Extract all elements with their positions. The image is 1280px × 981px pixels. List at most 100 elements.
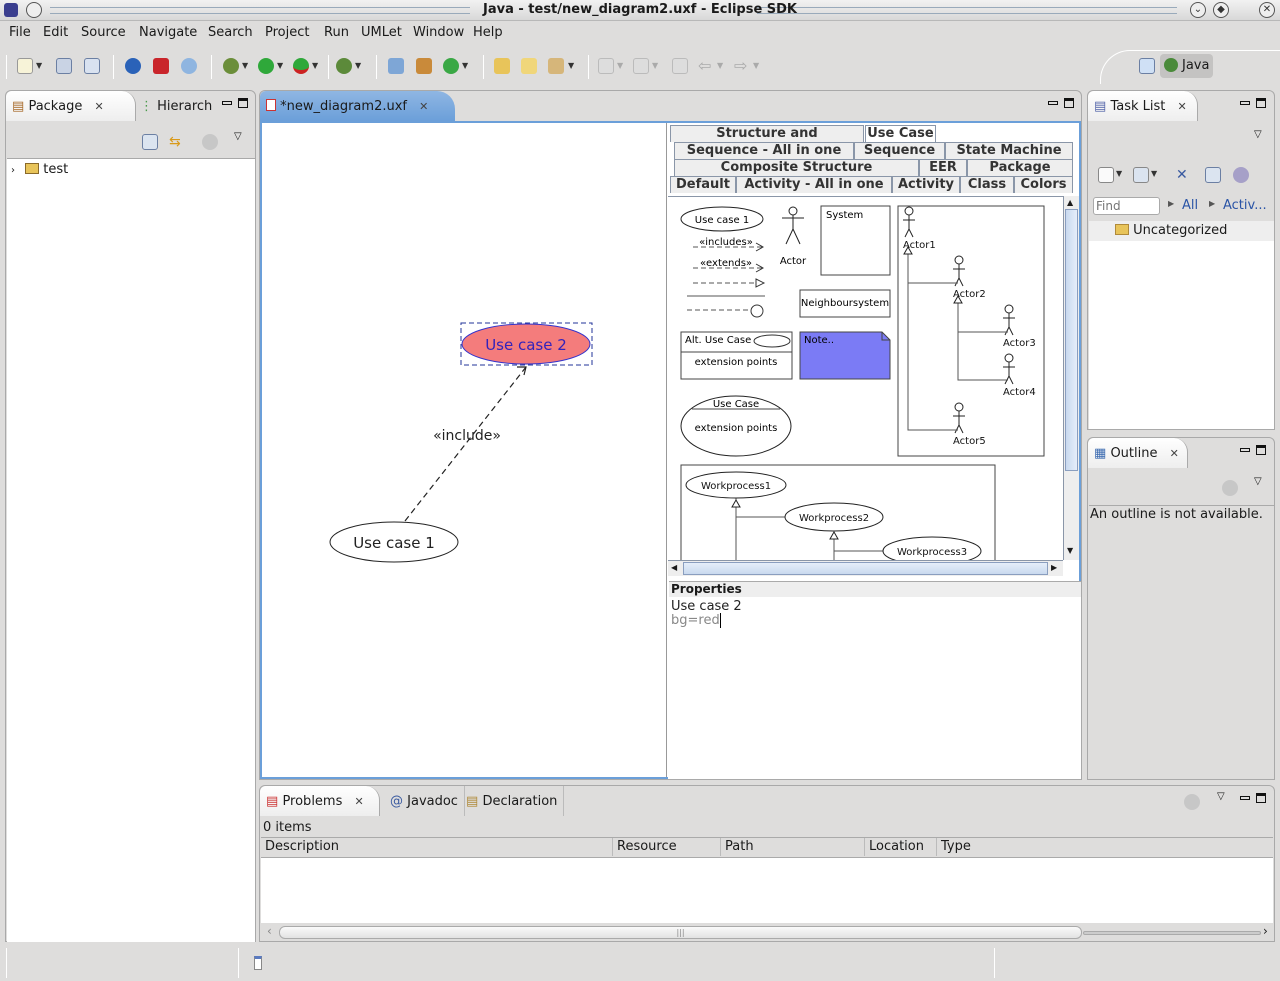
minimize-icon[interactable] (1240, 796, 1250, 800)
palette-tab-composite[interactable]: Composite Structure (674, 159, 919, 176)
print-icon[interactable] (84, 58, 100, 74)
tab-javadoc[interactable]: @ Javadoc (384, 786, 465, 816)
filter-active-link[interactable]: Activ... (1223, 198, 1267, 213)
minimize-icon[interactable] (1240, 101, 1250, 105)
last-edit-icon[interactable] (672, 58, 688, 74)
palette-tab-activity[interactable]: Activity (892, 176, 960, 193)
maximize-icon[interactable] (1256, 98, 1266, 108)
minimize-icon[interactable]: ⌄ (1190, 2, 1206, 18)
minimize-icon[interactable] (1240, 448, 1250, 452)
tree-item-test[interactable]: › test (11, 162, 68, 177)
palette-tab-activity-all[interactable]: Activity - All in one (736, 176, 892, 193)
column-resource[interactable]: Resource (612, 838, 677, 856)
scroll-down-icon[interactable]: ▼ (1067, 546, 1073, 555)
menu-edit[interactable]: Edit (43, 25, 68, 40)
open-task-icon[interactable] (521, 58, 537, 74)
scroll-left-icon[interactable]: ◀ (671, 563, 677, 572)
menu-window[interactable]: Window (413, 25, 464, 40)
palette-tab-colors[interactable]: Colors (1014, 176, 1073, 193)
menu-umlet[interactable]: UMLet (361, 25, 402, 40)
palette-tab-use-case[interactable]: Use Case (865, 125, 936, 142)
minimize-icon[interactable] (222, 101, 232, 105)
google-search-icon[interactable] (125, 58, 141, 74)
view-menu-icon[interactable]: ▽ (1254, 129, 1262, 140)
palette-includes[interactable]: «includes» (699, 237, 753, 248)
menu-run[interactable]: Run (324, 25, 349, 40)
minimize-icon[interactable] (1048, 101, 1058, 105)
external-tools-icon[interactable] (336, 58, 352, 74)
scroll-up-icon[interactable]: ▲ (1067, 198, 1073, 207)
run-external-icon[interactable] (293, 58, 309, 74)
tab-task-list[interactable]: ▤ Task List ✕ (1088, 91, 1198, 121)
filter-all-link[interactable]: All (1182, 198, 1198, 213)
web-icon[interactable] (181, 58, 197, 74)
menu-file[interactable]: File (9, 25, 31, 40)
diagram-canvas[interactable]: «include» Use case 2 Use case 1 (262, 123, 666, 777)
view-menu-icon[interactable]: ▽ (1217, 791, 1225, 802)
focus-icon[interactable] (1222, 480, 1238, 496)
scroll-left-icon[interactable]: ‹ (267, 924, 272, 938)
column-location[interactable]: Location (864, 838, 924, 856)
column-description[interactable]: Description (261, 838, 339, 856)
palette-tab-eer[interactable]: EER (919, 159, 967, 176)
close-icon[interactable]: ✕ (94, 100, 103, 113)
open-type-icon[interactable] (494, 58, 510, 74)
new-class-icon[interactable] (443, 58, 459, 74)
categorize-icon[interactable] (1133, 167, 1149, 183)
expand-icon[interactable]: › (11, 165, 15, 176)
focus-icon[interactable] (1184, 794, 1200, 810)
view-menu-icon[interactable]: ▽ (234, 131, 242, 142)
next-annotation-icon[interactable] (598, 58, 614, 74)
close-icon[interactable]: ✕ (355, 795, 364, 808)
tab-declaration[interactable]: ▤ Declaration (460, 786, 565, 816)
problems-horizontal-scrollbar[interactable]: ‹ ||| › (261, 924, 1273, 940)
menu-project[interactable]: Project (265, 25, 309, 40)
new-task-icon[interactable] (1098, 167, 1114, 183)
maximize-icon[interactable] (1256, 793, 1266, 803)
search-icon[interactable] (548, 58, 564, 74)
task-find-input[interactable] (1093, 197, 1160, 215)
focus-icon[interactable] (1233, 167, 1249, 183)
collapse-all-icon[interactable] (1205, 167, 1221, 183)
menu-source[interactable]: Source (81, 25, 126, 40)
close-icon[interactable]: ✕ (1178, 100, 1187, 113)
column-path[interactable]: Path (720, 838, 754, 856)
menu-help[interactable]: Help (473, 25, 503, 40)
deactivate-task-icon[interactable]: ✕ (1176, 167, 1192, 183)
palette-tab-sequence[interactable]: Sequence (854, 142, 945, 159)
palette-tab-package[interactable]: Package (967, 159, 1073, 176)
scroll-right-icon[interactable]: ▶ (1051, 563, 1057, 572)
collapse-all-icon[interactable] (142, 134, 158, 150)
maximize-icon[interactable] (1064, 98, 1074, 108)
link-with-editor-icon[interactable]: ⇆ (169, 134, 185, 150)
column-type[interactable]: Type (936, 838, 971, 856)
open-perspective-icon[interactable] (1139, 58, 1155, 74)
close-icon[interactable]: ✕ (1170, 447, 1179, 460)
palette-horizontal-scrollbar[interactable]: ◀ ▶ (668, 560, 1063, 576)
palette-tab-sequence-all[interactable]: Sequence - All in one (674, 142, 854, 159)
tab-hierarchy[interactable]: ⋮ Hierarch (134, 91, 218, 121)
forward-icon[interactable]: ⇨ (734, 58, 750, 74)
palette-viewport[interactable]: Use case 1 «includes» «extends» Actor Sy… (668, 196, 1063, 560)
fast-view-icon[interactable] (254, 956, 262, 970)
palette-vertical-scrollbar[interactable]: ▲ ▼ (1063, 196, 1079, 560)
save-icon[interactable] (56, 58, 72, 74)
include-relation[interactable] (404, 366, 527, 522)
close-icon[interactable]: ✕ (1259, 2, 1275, 18)
scroll-right-icon[interactable]: › (1263, 924, 1268, 938)
task-category-uncategorized[interactable]: Uncategorized (1089, 221, 1274, 241)
tab-outline[interactable]: ▦ Outline ✕ (1088, 438, 1188, 468)
java-perspective-button[interactable]: Java (1160, 54, 1213, 78)
close-icon[interactable]: ✕ (419, 100, 428, 113)
palette-tab-class[interactable]: Class (960, 176, 1014, 193)
new-file-icon[interactable] (17, 58, 33, 74)
scroll-thumb-h[interactable] (683, 562, 1048, 575)
palette-tab-state-machine[interactable]: State Machine (945, 142, 1073, 159)
palette-tab-structure[interactable]: Structure and Deployment (670, 125, 864, 157)
maximize-icon[interactable] (238, 98, 248, 108)
scroll-thumb-h[interactable]: ||| (279, 926, 1082, 939)
debug-icon[interactable] (223, 58, 239, 74)
focus-icon[interactable] (202, 134, 218, 150)
tab-editor-diagram[interactable]: *new_diagram2.uxf ✕ (260, 91, 455, 121)
properties-editor[interactable]: Use case 2 bg=red (668, 597, 1081, 779)
